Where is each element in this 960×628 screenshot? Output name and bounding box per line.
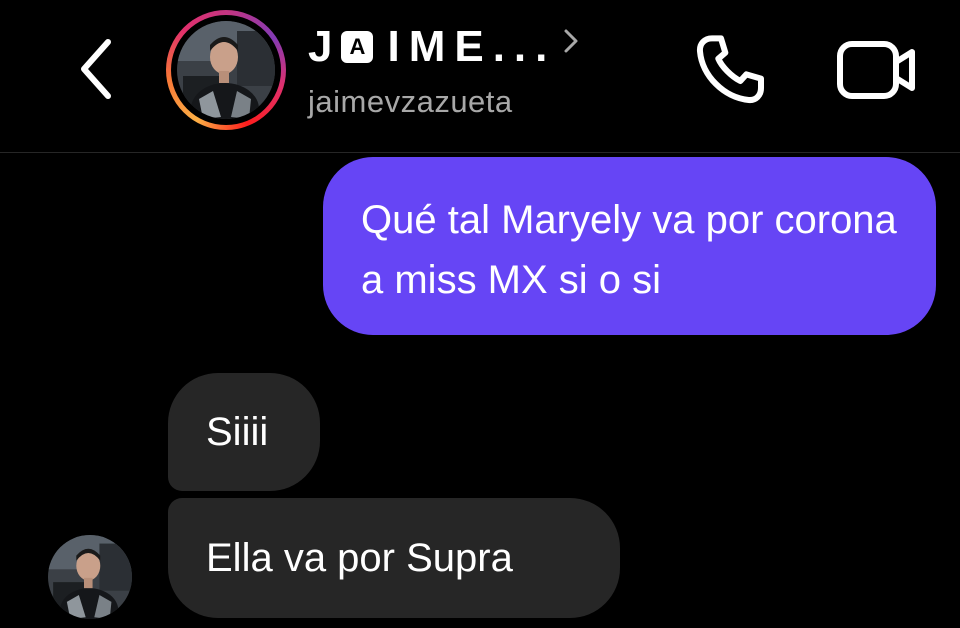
message-received[interactable]: Ella va por Supra xyxy=(168,498,620,618)
video-call-button[interactable] xyxy=(832,30,922,110)
audio-call-button[interactable] xyxy=(690,30,770,110)
avatar-photo xyxy=(177,21,275,119)
chat-title-suffix: IME... xyxy=(387,22,557,71)
chat-header: J A IME... jaimevzazueta xyxy=(0,0,960,153)
chat-username: jaimevzazueta xyxy=(308,84,513,119)
back-button[interactable] xyxy=(70,34,120,104)
profile-avatar-button[interactable] xyxy=(166,10,286,130)
video-camera-icon xyxy=(837,41,915,99)
chevron-right-icon xyxy=(564,29,578,53)
chat-title-badge: A xyxy=(341,31,374,63)
phone-icon xyxy=(696,35,764,104)
chat-title-button[interactable]: J A IME... xyxy=(308,22,582,72)
avatar-ring-gap xyxy=(171,15,281,125)
avatar-photo xyxy=(48,535,132,619)
sender-avatar[interactable] xyxy=(48,535,132,619)
chat-title: J A IME... xyxy=(308,22,556,72)
chat-title-prefix: J xyxy=(308,22,342,71)
message-received[interactable]: Siiii xyxy=(168,373,320,491)
message-sent[interactable]: Qué tal Maryely va por corona a miss MX … xyxy=(323,157,936,335)
chevron-left-icon xyxy=(81,39,111,99)
avatar xyxy=(177,21,275,119)
